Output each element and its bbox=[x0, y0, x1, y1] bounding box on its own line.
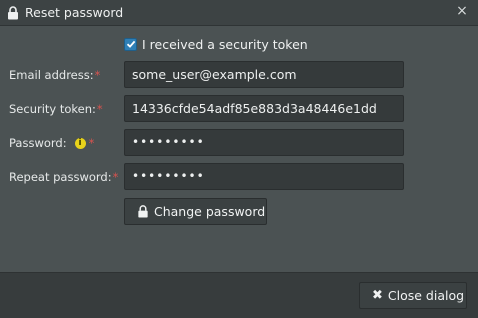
received-token-checkbox[interactable] bbox=[124, 37, 137, 51]
close-dialog-label: Close dialog bbox=[387, 288, 465, 303]
security-token-label: Security token: * bbox=[9, 102, 103, 116]
email-label-text: Email address: bbox=[9, 68, 94, 82]
reset-password-dialog: Reset password × I received a security t… bbox=[0, 0, 478, 318]
password-field[interactable]: ••••••••• bbox=[124, 129, 404, 156]
change-password-label: Change password bbox=[154, 204, 266, 219]
required-marker: * bbox=[112, 170, 119, 184]
received-token-row: I received a security token bbox=[124, 36, 308, 52]
dialog-footer: ✖ Close dialog bbox=[0, 272, 478, 318]
password-label-text: Password: bbox=[9, 136, 67, 150]
repeat-password-label: Repeat password: * bbox=[9, 170, 118, 184]
repeat-password-label-text: Repeat password: bbox=[9, 170, 112, 184]
dialog-titlebar: Reset password × bbox=[0, 0, 478, 26]
required-marker: * bbox=[94, 68, 101, 82]
required-marker: * bbox=[96, 102, 103, 116]
close-icon: ✖ bbox=[372, 288, 383, 303]
email-label: Email address: * bbox=[9, 68, 100, 82]
security-token-field[interactable]: 14336cfde54adf85e883d3a48446e1dd bbox=[124, 95, 404, 122]
received-token-label[interactable]: I received a security token bbox=[142, 37, 308, 52]
lock-icon bbox=[137, 205, 149, 218]
dialog-body: I received a security token Email addres… bbox=[0, 26, 478, 272]
close-dialog-button[interactable]: ✖ Close dialog bbox=[359, 282, 467, 309]
lock-icon bbox=[7, 6, 19, 20]
close-icon[interactable]: × bbox=[456, 4, 468, 18]
repeat-password-field[interactable]: ••••••••• bbox=[124, 163, 404, 190]
email-field[interactable]: some_user@example.com bbox=[124, 61, 404, 88]
password-label: Password: i * bbox=[9, 136, 94, 150]
checkmark-icon bbox=[126, 40, 135, 48]
required-marker: * bbox=[88, 136, 95, 150]
info-icon[interactable]: i bbox=[74, 137, 86, 149]
change-password-button[interactable]: Change password bbox=[124, 198, 267, 225]
dialog-title: Reset password bbox=[25, 5, 124, 20]
security-token-label-text: Security token: bbox=[9, 102, 96, 116]
